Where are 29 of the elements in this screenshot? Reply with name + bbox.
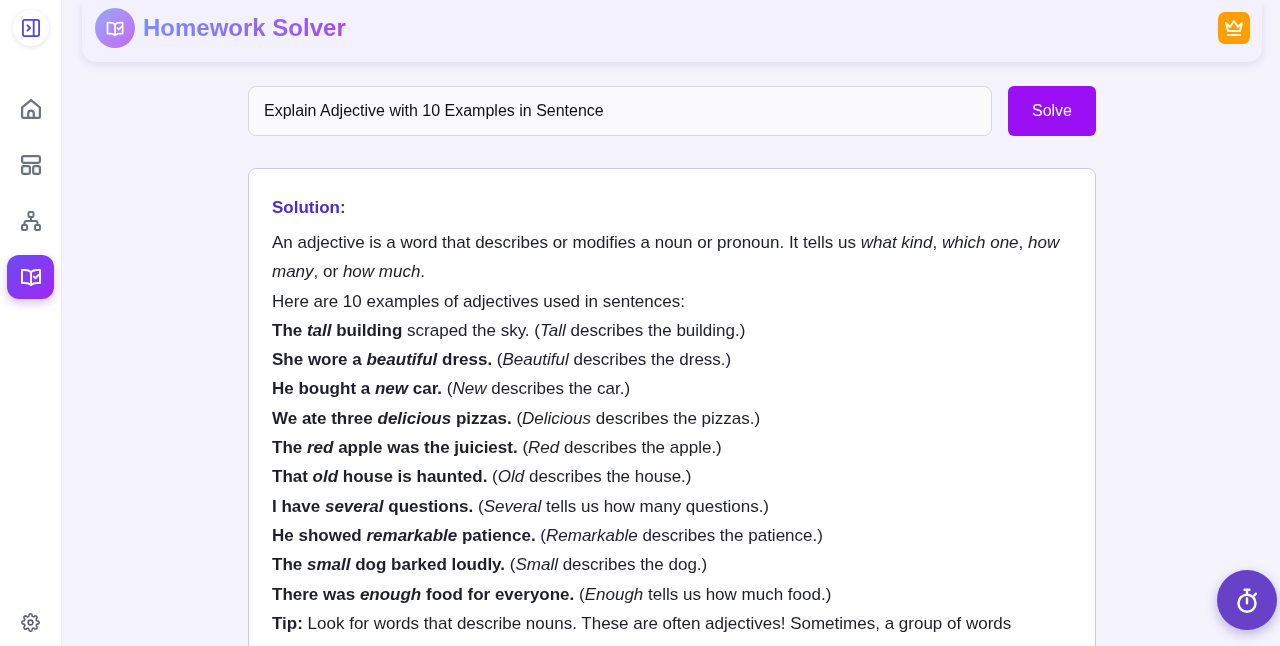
solution-paragraph: I have several questions. (Several tells us how many questions.) [272,495,771,518]
solution-paragraph: Tip: Look for words that describe nouns. These are often adjectives! Sometimes, a group of words [272,612,1013,635]
solution-paragraph: Here are 10 examples of adjectives used in sentences: [272,290,686,313]
home-icon [20,99,41,119]
timer-button[interactable] [1217,570,1277,630]
solution-paragraph: He showed remarkable patience. (Remarkable describes the patience.) [272,524,824,547]
crown-icon [1225,20,1243,36]
solution-paragraph: An adjective is a word that describes or modifies a noun or pronoun. It tells us what kind, which one, how many, or how much. [272,232,1061,284]
solution-paragraph: We ate three delicious pizzas. (Delicious describes the pizzas.) [272,407,762,430]
solution-paragraph: The small dog barked loudly. (Small describes the dog.) [272,554,709,577]
layout-icon [20,155,41,175]
solve-button[interactable]: Solve [1008,86,1096,136]
solution-paragraph: The tall building scraped the sky. (Tall describes the building.) [272,319,747,342]
solution-heading: Solution: [272,197,347,219]
solution-paragraph: There was enough food for everyone. (Enough tells us how much food.) [272,583,833,606]
solution-paragraph: She wore a beautiful dress. (Beautiful describes the dress.) [272,349,733,372]
solution-paragraph: The red apple was the juiciest. (Red describes the apple.) [272,437,723,460]
hierarchy-icon [20,211,41,231]
nav-button[interactable] [7,255,54,299]
logo-icon [95,8,135,48]
book-check-icon [20,268,41,286]
solution-paragraph: He bought a new car. (New describes the car.) [272,378,632,401]
settings-button[interactable] [18,610,43,634]
settings-icon [21,612,40,632]
sidebar-toggle-button[interactable] [12,10,49,46]
stopwatch-icon [1237,587,1257,613]
solution-paragraph: That old house is haunted. (Old describes the house.) [272,466,693,489]
question-field[interactable]: Explain Adjective with 10 Examples in Sentence [248,86,992,136]
panel-toggle-icon [21,19,40,37]
